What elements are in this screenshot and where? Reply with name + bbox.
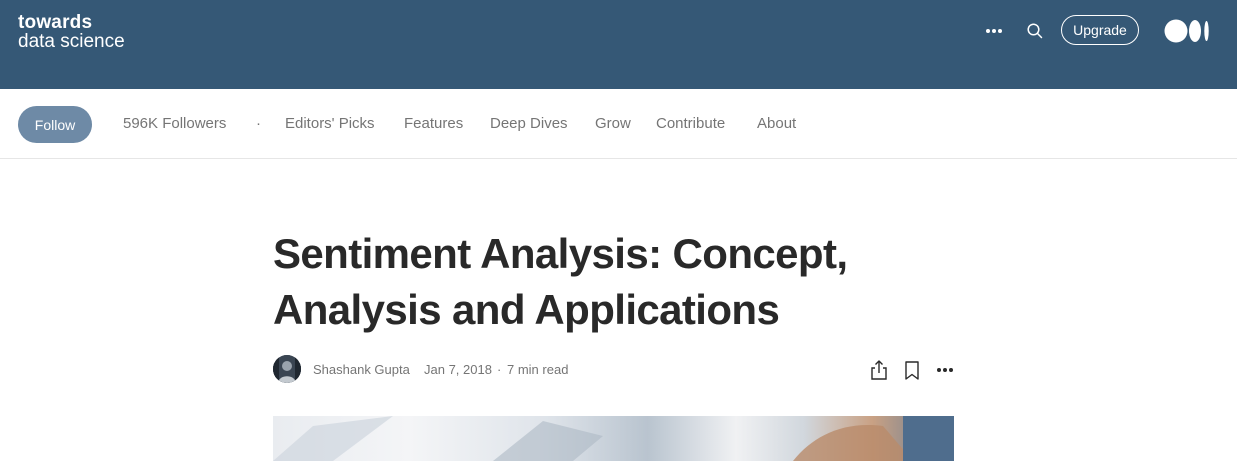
upgrade-button[interactable]: Upgrade <box>1061 15 1139 45</box>
more-options-icon[interactable] <box>985 22 1003 40</box>
publication-nav: Follow 596K Followers · Editors' Picks F… <box>0 89 1237 159</box>
meta-separator: · <box>497 362 502 377</box>
author-avatar[interactable] <box>273 355 301 383</box>
nav-separator: · <box>256 115 261 132</box>
search-icon[interactable] <box>1026 22 1044 40</box>
follow-button[interactable]: Follow <box>18 106 92 143</box>
nav-item-about[interactable]: About <box>757 115 796 132</box>
followers-count[interactable]: 596K Followers <box>123 115 226 132</box>
publish-date: Jan 7, 2018 <box>424 362 492 377</box>
logo-line-2: data science <box>18 31 125 52</box>
share-icon[interactable] <box>869 359 889 381</box>
hero-image <box>273 416 954 461</box>
nav-item-editors-picks[interactable]: Editors' Picks <box>285 115 375 132</box>
read-time: 7 min read <box>507 362 569 377</box>
nav-item-deep-dives[interactable]: Deep Dives <box>490 115 568 132</box>
article-more-icon[interactable] <box>935 359 955 381</box>
logo-line-1: towards <box>18 12 93 33</box>
top-header: towards data science Upgrade <box>0 0 1237 89</box>
medium-logo-icon[interactable] <box>1164 19 1210 43</box>
author-name[interactable]: Shashank Gupta <box>313 362 410 377</box>
publication-logo[interactable]: towards data science <box>18 13 125 51</box>
nav-item-grow[interactable]: Grow <box>595 115 631 132</box>
bookmark-icon[interactable] <box>902 359 922 381</box>
nav-item-contribute[interactable]: Contribute <box>656 115 725 132</box>
nav-item-features[interactable]: Features <box>404 115 463 132</box>
article-title: Sentiment Analysis: Concept, Analysis an… <box>273 230 848 333</box>
